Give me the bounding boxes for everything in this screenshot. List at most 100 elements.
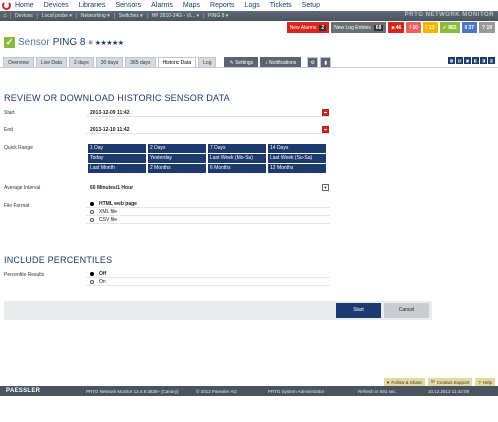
tab-30-days[interactable]: 30 days [95,57,124,67]
file-format-xml-radio[interactable]: XML file [86,208,330,216]
start-date-field[interactable]: 2013-12-09 11:42 [86,109,330,117]
quick-range-14-days[interactable]: 14 Days [268,144,326,153]
help-link[interactable]: ? Help [475,378,495,386]
quick-range-6-months[interactable]: 6 Months [208,164,266,173]
footer-links: ♥ Follow & Share ✉ Contact Support ? Help [383,378,495,386]
down-ack-count-badge[interactable]: ! 10 [406,22,421,33]
radio-dot [90,201,94,206]
file-format-html-radio[interactable]: HTML web page [86,200,330,208]
down-count-badge[interactable]: ■ 46 [388,22,405,33]
menu-maps[interactable]: Maps [183,2,200,9]
help-icon: ? [478,379,481,385]
breadcrumb-device[interactable]: HP 2810-24G - Vi... ▾ [146,13,203,19]
quick-range-last-week-su-sa[interactable]: Last Week (Su-Sa) [268,154,326,163]
percentile-results-label: Percentile Results [4,272,45,278]
start-label: Start [4,110,15,116]
sensor-name: PING 8 [52,37,86,48]
unknown-count-badge[interactable]: ? 19 [478,22,495,33]
follow-share-link[interactable]: ♥ Follow & Share [383,378,425,386]
tab-settings[interactable]: ✎ Settings [224,57,259,67]
share-icon: ♥ [386,379,390,385]
refresh-timer[interactable]: Refresh in 591 sec. [358,389,428,394]
priority-stars[interactable]: ★★★★★ [95,39,124,47]
average-interval-select[interactable]: 60 Minutes/1 Hour ▼ [86,184,330,192]
home-icon[interactable]: ⌂ [0,13,10,19]
breadcrumb-group-switches[interactable]: Switches ▾ [113,13,147,19]
quick-range-last-week-mo-su[interactable]: Last Week (Mo-Su) [208,154,266,163]
menu-setup[interactable]: Setup [302,2,320,9]
breadcrumb-sensor[interactable]: PING 8 ▾ [203,13,232,19]
menu-reports[interactable]: Reports [210,2,235,9]
tab-log[interactable]: Log [198,57,217,67]
contact-support-link[interactable]: ✉ Contact Support [427,378,473,386]
alarm-badges: New Alarms 2 New Log Entries 68 ■ 46 ! 1… [286,22,495,33]
menu-home[interactable]: Home [15,2,34,9]
trash-icon[interactable]: ▮ [320,57,332,67]
sensor-prefix: Sensor [18,37,50,48]
percentile-on-radio[interactable]: On [86,278,330,286]
end-date-field[interactable]: 2013-12-10 11:42 [86,126,330,134]
paessler-logo: PAESSLER [6,388,41,394]
quick-range-last-month[interactable]: Last Month [88,164,146,173]
copyright: © 2013 Paessler AG [196,388,237,394]
menu-alarms[interactable]: Alarms [151,2,173,9]
tab-historic-data[interactable]: Historic Data [157,57,197,67]
quick-range-2-months[interactable]: 2 Months [148,164,206,173]
quick-range-7-days[interactable]: 7 Days [208,144,266,153]
quick-range-yesterday[interactable]: Yesterday [148,154,206,163]
quick-range-grid: 1 Day 2 Days 7 Days 14 Days Today Yester… [88,144,326,173]
paused-count-badge[interactable]: ‖ 37 [461,22,477,33]
breadcrumb-probe[interactable]: Local probe ▾ [36,13,76,19]
menu-logs[interactable]: Logs [245,2,260,9]
menu-devices[interactable]: Devices [44,2,69,9]
file-format-group: HTML web page XML file CSV file [86,200,330,224]
menu-libraries[interactable]: Libraries [79,2,106,9]
view-icon-6[interactable]: ▥ [488,57,495,64]
average-interval-label: Average Interval [4,185,41,191]
view-icon-2[interactable]: ▤ [456,57,463,64]
warning-count-badge[interactable]: ! 13 [422,22,438,33]
tab-notifications[interactable]: ♪ Notifications [260,57,302,67]
pin-icon[interactable]: ⊞ [88,40,92,46]
view-icon-1[interactable]: ▦ [448,57,455,64]
tab-live-data[interactable]: Live Data [35,57,67,67]
calendar-icon[interactable] [322,109,329,116]
menu-sensors[interactable]: Sensors [115,2,141,9]
quick-range-12-months[interactable]: 12 Months [268,164,326,173]
gear-icon[interactable]: ⚙ [307,57,319,67]
view-icons: ▦ ▤ ▣ ◧ ◨ ▥ [448,57,495,64]
breadcrumb-group-networking[interactable]: Networking ▾ [75,13,114,19]
percentile-off-radio[interactable]: Off [86,270,330,278]
view-icon-3[interactable]: ▣ [464,57,471,64]
brand-label: PRTG NETWORK MONITOR [404,12,494,18]
view-icon-5[interactable]: ◨ [480,57,487,64]
percentile-group: Off On [86,270,330,286]
file-format-csv-radio[interactable]: CSV file [86,216,330,224]
quick-range-label: Quick Range [4,145,33,151]
tab-2-days[interactable]: 2 days [68,57,94,67]
breadcrumb-devices[interactable]: Devices [10,13,37,19]
radio-dot [90,271,94,276]
cancel-button[interactable]: Cancel [384,303,429,318]
version-info: PRTG Network Monitor 13.4.9.3638+ [Canar… [86,388,179,394]
quick-range-2-days[interactable]: 2 Days [148,144,206,153]
menu-tickets[interactable]: Tickets [270,2,292,9]
file-format-label: File Format [4,203,30,209]
quick-range-today[interactable]: Today [88,154,146,163]
up-count-badge[interactable]: ✓ 883 [439,22,460,33]
status-ok-icon: ✓ [4,37,15,48]
calendar-icon[interactable] [322,126,329,133]
start-button[interactable]: Start [336,303,381,318]
prtg-logo-icon[interactable] [2,1,11,10]
new-alarms-badge[interactable]: New Alarms 2 [286,22,330,33]
radio-dot [90,279,94,284]
tab-365-days[interactable]: 365 days [125,57,156,67]
percentiles-heading: INCLUDE PERCENTILES [4,255,113,265]
user-name[interactable]: PRTG System Administrator [268,389,358,394]
end-label: End [4,127,13,133]
tab-overview[interactable]: Overview [3,57,34,67]
view-icon-4[interactable]: ◧ [472,57,479,64]
quick-range-1-day[interactable]: 1 Day [88,144,146,153]
chevron-down-icon[interactable]: ▼ [322,184,329,191]
new-log-entries-badge[interactable]: New Log Entries 68 [331,22,387,33]
